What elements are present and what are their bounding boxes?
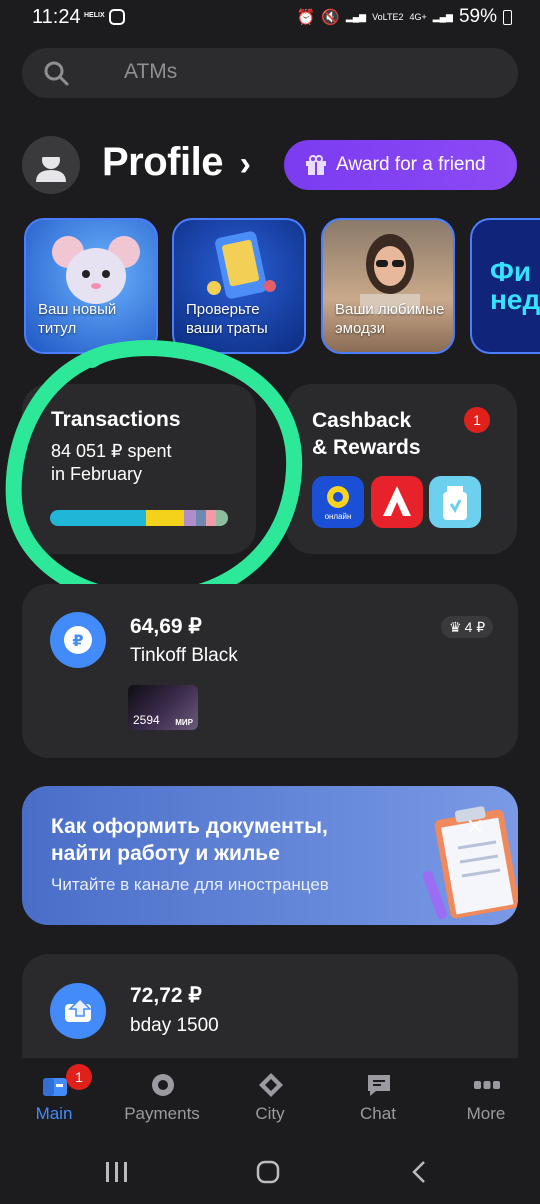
main-icon: [43, 1078, 67, 1096]
account-name: Tinkoff Black: [130, 645, 238, 666]
signal-icon: ▂▄▆: [345, 11, 367, 22]
partner-onlain[interactable]: онлайн: [312, 476, 364, 528]
annotation-circle: [5, 339, 303, 609]
status-right: ⏰ 🔇 ▂▄▆ VoLTE2 4G+ ▂▄▆ 59%: [296, 6, 512, 28]
story-partial-text: Фи нед: [490, 256, 540, 315]
account-card[interactable]: [22, 584, 518, 758]
instagram-icon: [109, 9, 125, 25]
avatar[interactable]: [22, 136, 80, 194]
promo-subtitle: Читайте в канале для иностранцев: [51, 875, 329, 894]
volte-icon: VoLTE2: [372, 11, 404, 22]
more-icon: [474, 1081, 500, 1089]
4g-icon: 4G+: [409, 11, 427, 22]
status-bar: 11:24 HELIX ⏰ 🔇 ▂▄▆ VoLTE2 4G+ ▂▄▆ 59%: [0, 0, 540, 38]
system-nav-bar: [0, 1138, 540, 1204]
tab-label: More: [466, 1104, 506, 1123]
promo-title: Как оформить документы, найти работу и жи…: [51, 815, 328, 865]
tab-label: Chat: [360, 1104, 396, 1123]
profile-title: Profile: [102, 140, 223, 184]
profile-link[interactable]: Profile ›: [102, 140, 251, 185]
auchan-logo-icon: [383, 486, 411, 516]
tab-city[interactable]: City: [220, 1070, 320, 1124]
back-icon[interactable]: [410, 1160, 430, 1184]
alarm-icon: ⏰: [296, 9, 316, 26]
main-badge: 1: [66, 1064, 92, 1090]
card-digits: 2594: [133, 713, 160, 727]
recents-icon[interactable]: [104, 1160, 130, 1184]
crown-icon: ♛: [449, 618, 462, 635]
bank-card-thumbnail[interactable]: 2594 МИР: [128, 685, 198, 730]
card-network: МИР: [175, 718, 193, 727]
mute-icon: 🔇: [321, 9, 340, 26]
helix-icon: HELIX: [84, 12, 105, 19]
tab-more[interactable]: More: [436, 1070, 536, 1124]
signal2-icon: ▂▄▆: [432, 11, 453, 22]
search-icon: [44, 61, 69, 86]
battery-text: 59%: [458, 6, 497, 27]
search-placeholder: ATMs: [124, 60, 178, 83]
bottle-logo-icon: [443, 486, 467, 520]
cashback-badge: 1: [464, 407, 490, 433]
battery-icon: [503, 9, 512, 25]
status-time: 11:24: [32, 6, 81, 28]
crown-badge: ♛ 4 ₽: [441, 616, 494, 638]
tab-label: Payments: [124, 1104, 200, 1123]
tab-payments[interactable]: Payments: [112, 1070, 212, 1124]
ruble-icon: ₽: [50, 612, 106, 668]
home-icon[interactable]: [256, 1160, 280, 1184]
chat-icon: [368, 1075, 390, 1096]
phone-coins-illustration: [207, 231, 276, 299]
payments-icon: [152, 1074, 174, 1096]
svg-text:₽: ₽: [72, 631, 83, 650]
tab-label: Main: [35, 1104, 73, 1123]
tab-label: City: [255, 1104, 285, 1123]
story-emoji[interactable]: Ваши любимые эмодзи: [321, 218, 455, 354]
story-partial[interactable]: Фи нед: [470, 218, 540, 354]
savings-icon: [50, 983, 106, 1039]
partner-onlain-label: онлайн: [324, 512, 352, 521]
savings-balance: 72,72 ₽: [130, 984, 202, 1007]
tab-chat[interactable]: Chat: [328, 1070, 428, 1124]
cashback-title: Cashback & Rewards: [312, 409, 421, 459]
chevron-right-icon: ›: [239, 145, 251, 183]
savings-name: bday 1500: [130, 1015, 219, 1036]
search-bar[interactable]: ATMs: [22, 48, 518, 98]
tab-main[interactable]: 1 Main: [4, 1064, 104, 1124]
close-icon[interactable]: ✕: [462, 814, 488, 840]
city-icon: [259, 1073, 283, 1097]
partner-auchan[interactable]: [371, 476, 423, 528]
account-balance: 64,69 ₽: [130, 615, 202, 638]
gift-icon: [306, 155, 326, 175]
award-button-label: Award for a friend: [336, 154, 486, 175]
person-icon: [36, 149, 66, 182]
story-caption: Ваши любимые эмодзи: [335, 301, 445, 337]
award-friend-button[interactable]: Award for a friend: [284, 140, 517, 190]
partner-bottle[interactable]: [429, 476, 481, 528]
promo-banner[interactable]: Как оформить документы, найти работу и жи…: [22, 786, 518, 925]
